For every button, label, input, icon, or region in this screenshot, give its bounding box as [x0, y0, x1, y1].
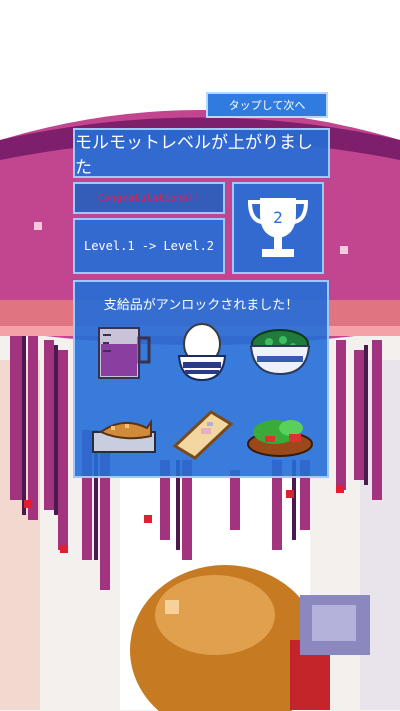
trophy-number: 2 — [273, 208, 283, 227]
unlocked-items-panel: 支給品がアンロックされました！ — [73, 280, 329, 478]
tap-to-continue-label: タップして次へ — [228, 99, 306, 112]
trophy-icon: 2 — [247, 198, 309, 257]
measuring-cup-icon — [98, 327, 151, 379]
tap-to-continue-button[interactable]: タップして次へ — [206, 92, 328, 118]
grilled-fish-icon — [92, 418, 156, 453]
congratulations-panel: Congratulations!! — [73, 182, 225, 214]
unlocked-items-title: 支給品がアンロックされました！ — [103, 298, 299, 313]
seaweed-bowl-icon — [249, 329, 311, 376]
trophy-panel: 2 — [232, 182, 324, 274]
level-change-panel: Level.1 -> Level.2 — [73, 218, 225, 274]
salad-plate-icon — [247, 420, 313, 457]
level-up-title-panel: モルモットレベルが上がりました — [73, 128, 330, 178]
congratulations-text: Congratulations!! — [97, 192, 201, 204]
bread-slice-icon — [172, 410, 234, 460]
level-change-text: Level.1 -> Level.2 — [83, 239, 215, 253]
level-up-title: モルモットレベルが上がりました — [75, 133, 313, 178]
rice-bowl-icon — [177, 323, 227, 382]
